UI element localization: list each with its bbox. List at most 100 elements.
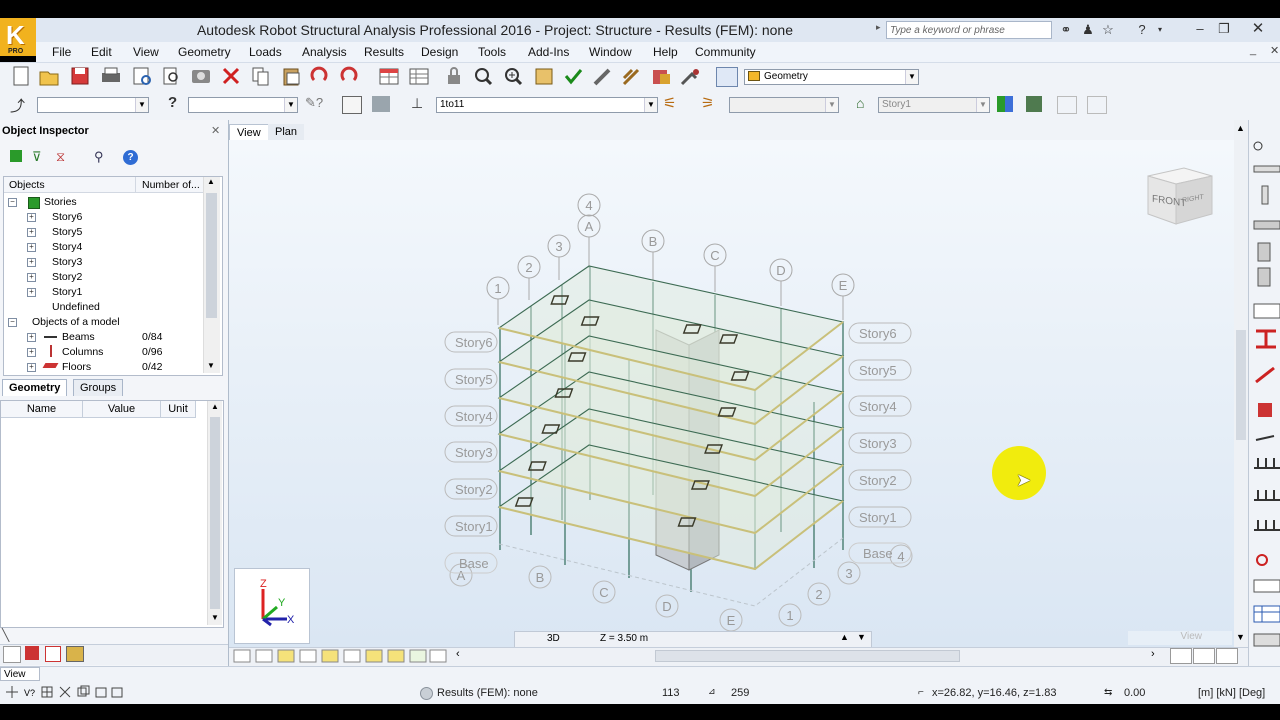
prop-header-unit[interactable]: Unit — [161, 401, 196, 418]
expand-story-icon[interactable]: + — [27, 273, 36, 282]
list-view-icon[interactable] — [3, 646, 21, 663]
menu-help[interactable]: Help — [653, 45, 678, 59]
menu-file[interactable]: File — [52, 45, 71, 59]
menu-addins[interactable]: Add-Ins — [528, 45, 569, 59]
user-icon[interactable]: ♟ — [1080, 22, 1096, 38]
binoculars-icon[interactable]: ⚭ — [1058, 22, 1074, 38]
tree-story[interactable]: Story3 — [52, 256, 82, 268]
menu-window[interactable]: Window — [589, 45, 632, 59]
loads-view-icon[interactable] — [25, 646, 39, 660]
chevron-down-icon[interactable]: ▼ — [976, 98, 989, 112]
load-display-icon[interactable]: ⚟ — [663, 94, 676, 112]
expand-story-icon[interactable]: + — [27, 258, 36, 267]
view-tools-icon[interactable] — [1193, 648, 1215, 664]
props-scrollbar[interactable]: ▲ ▼ — [207, 401, 222, 625]
collapse-model-icon[interactable]: − — [8, 318, 17, 327]
tree-stories[interactable]: Stories — [44, 196, 77, 208]
close-icon[interactable]: ✕ — [211, 124, 220, 137]
load-case-icon[interactable]: ⊥ — [411, 95, 423, 112]
tab-plan[interactable]: Plan — [268, 124, 305, 140]
menu-community[interactable]: Community — [695, 45, 756, 59]
layout-combo[interactable]: Geometry ▼ — [744, 69, 919, 85]
bar-selection-combo[interactable]: ▼ — [188, 97, 298, 113]
expand-story-icon[interactable]: + — [27, 228, 36, 237]
tree-columns[interactable]: Columns — [62, 346, 103, 358]
selection-filter-icon[interactable]: ✎? — [305, 95, 323, 111]
star-icon[interactable]: ☆ — [1100, 22, 1116, 38]
scroll-up-icon[interactable]: ▲ — [207, 177, 215, 186]
expand-columns-icon[interactable]: + — [27, 348, 36, 357]
help-dropdown-icon[interactable]: ▾ — [1152, 22, 1168, 38]
chevron-down-icon[interactable]: ▼ — [825, 98, 838, 112]
view-tools-icon[interactable] — [1170, 648, 1192, 664]
tree-story[interactable]: Story2 — [52, 271, 82, 283]
status-view-field[interactable]: View — [0, 667, 40, 681]
tree-objects-of-model[interactable]: Objects of a model — [32, 316, 120, 328]
tab-view[interactable]: View — [229, 124, 269, 141]
tree-story[interactable]: Story5 — [52, 226, 82, 238]
layers-view-icon[interactable] — [66, 646, 84, 662]
tab-groups[interactable]: Groups — [73, 379, 124, 396]
tree-scroll-thumb[interactable] — [206, 193, 217, 318]
story-up-icon[interactable] — [1057, 96, 1077, 114]
story-down-icon[interactable] — [1087, 96, 1107, 114]
load-symbols-icon[interactable]: ⚞ — [701, 94, 714, 112]
help-icon[interactable]: ? — [1134, 22, 1150, 38]
load-cases-combo[interactable]: 1to11 ▼ — [436, 97, 658, 113]
stories-tree-icon[interactable] — [10, 150, 22, 162]
scroll-up-icon[interactable]: ▲ — [211, 402, 219, 411]
doc-close-icon[interactable]: ✕ — [1270, 44, 1279, 57]
clear-filter-icon[interactable]: ⧖ — [56, 149, 65, 165]
collapse-stories-icon[interactable]: − — [8, 198, 17, 207]
tree-undefined[interactable]: Undefined — [52, 301, 100, 313]
table-view-icon[interactable] — [45, 646, 61, 662]
props-scroll-thumb[interactable] — [210, 417, 220, 609]
view-cube[interactable]: FRONT RIGHT — [1140, 162, 1220, 234]
scroll-down-icon[interactable]: ▼ — [207, 361, 215, 370]
prop-header-name[interactable]: Name — [1, 401, 83, 418]
view-vertical-scrollbar[interactable]: ▲ ▼ — [1234, 120, 1248, 647]
doc-minimize-icon[interactable]: _ — [1250, 44, 1256, 56]
scroll-left-icon[interactable]: ‹ — [456, 648, 460, 660]
structure-model[interactable]: 1 2 3 4 A B C D E A B C D E 1 2 3 4 Stor… — [229, 140, 1234, 647]
chevron-down-icon[interactable]: ▼ — [284, 98, 297, 112]
app-logo[interactable]: K PRO — [0, 18, 36, 56]
menu-analysis[interactable]: Analysis — [302, 45, 347, 59]
level-up-icon[interactable]: ▲ — [840, 632, 849, 642]
search-icon[interactable]: ⚲ — [94, 149, 104, 165]
chevron-down-icon[interactable]: ▼ — [135, 98, 148, 112]
prop-header-value[interactable]: Value — [83, 401, 161, 418]
tree-beams[interactable]: Beams — [62, 331, 95, 343]
chevron-down-icon[interactable]: ▼ — [644, 98, 657, 112]
column-number[interactable]: Number of... — [142, 179, 200, 191]
story-combo[interactable]: Story1 ▼ — [878, 97, 990, 113]
search-input[interactable]: Type a keyword or phrase — [886, 21, 1052, 39]
level-down-icon[interactable]: ▼ — [857, 632, 866, 642]
filter-icon[interactable]: ⊽ — [32, 149, 42, 165]
scroll-down-icon[interactable]: ▼ — [211, 613, 219, 622]
stories-icon[interactable] — [997, 96, 1013, 112]
menu-geometry[interactable]: Geometry — [178, 45, 231, 59]
horizontal-scroll-thumb[interactable] — [655, 650, 960, 662]
search-expand-icon[interactable]: ▸ — [876, 22, 881, 33]
expand-story-icon[interactable]: + — [27, 213, 36, 222]
tree-story[interactable]: Story4 — [52, 241, 82, 253]
tree-floors[interactable]: Floors — [62, 361, 91, 373]
sections-view-icon[interactable] — [372, 96, 390, 112]
bar-selection-icon[interactable]: ? — [168, 94, 177, 111]
tree-story[interactable]: Story6 — [52, 211, 82, 223]
load-type-combo[interactable]: ▼ — [729, 97, 839, 113]
close-button[interactable]: ✕ — [1244, 20, 1272, 38]
layout-selection-icon[interactable] — [716, 67, 738, 87]
restore-button[interactable]: ❐ — [1210, 20, 1238, 38]
expand-floors-icon[interactable]: + — [27, 363, 36, 372]
story-manager-icon[interactable]: ⌂ — [856, 95, 864, 111]
menu-tools[interactable]: Tools — [478, 45, 506, 59]
view-mode[interactable]: 3D — [547, 633, 560, 644]
units-display[interactable]: [m] [kN] [Deg] — [1198, 687, 1265, 699]
scroll-right-icon[interactable]: › — [1151, 648, 1155, 660]
menu-results[interactable]: Results — [364, 45, 404, 59]
help-icon[interactable]: ? — [123, 150, 138, 165]
scroll-down-icon[interactable]: ▼ — [1236, 632, 1245, 642]
story-query-icon[interactable] — [1026, 96, 1042, 112]
